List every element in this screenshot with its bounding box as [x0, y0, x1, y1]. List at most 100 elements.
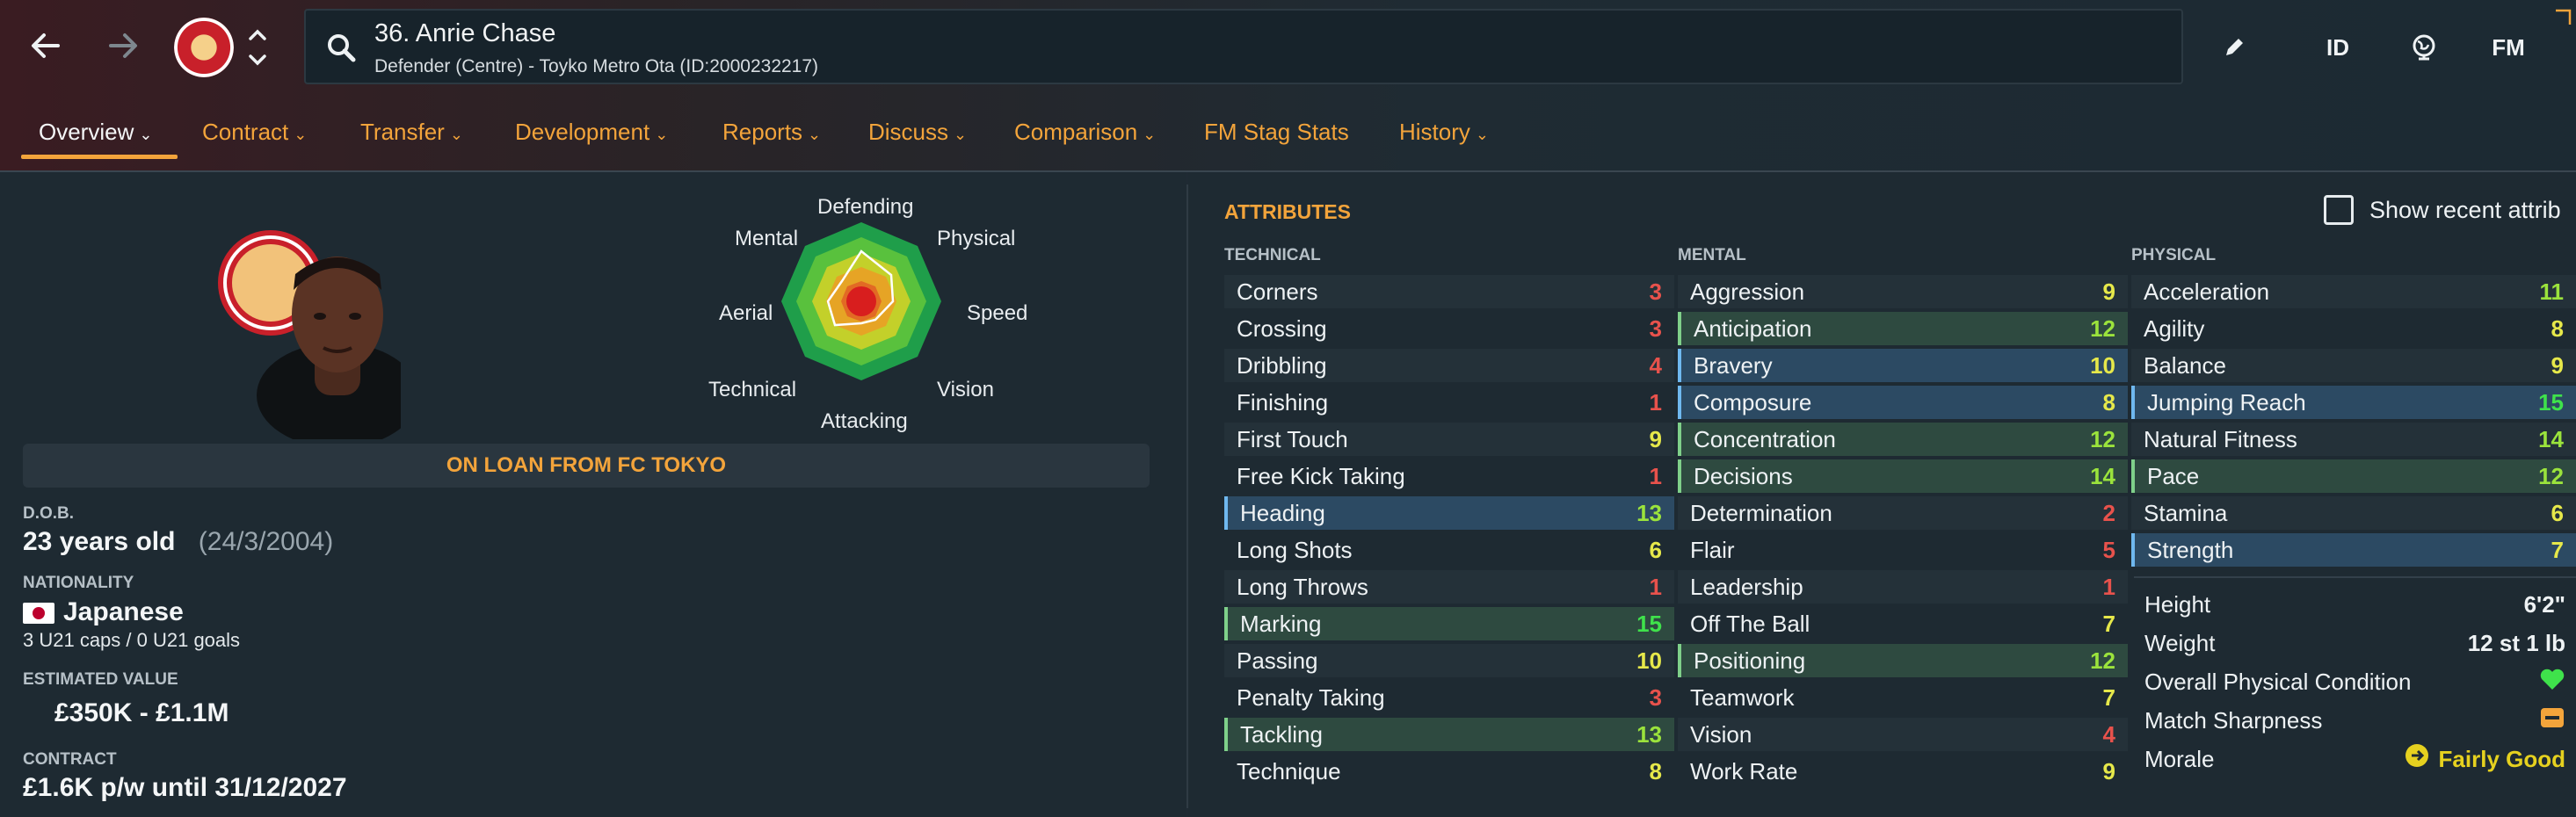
- technical-attribute-row[interactable]: Heading 13: [1224, 496, 1674, 530]
- world-button[interactable]: [2398, 21, 2450, 74]
- mental-attribute-row[interactable]: Composure 8: [1678, 386, 2128, 419]
- mental-attribute-row[interactable]: Anticipation 12: [1678, 312, 2128, 345]
- nationality-text: Japanese: [63, 597, 184, 626]
- mental-attribute-row[interactable]: Bravery 10: [1678, 349, 2128, 382]
- mental-attribute-row[interactable]: Leadership 1: [1678, 570, 2128, 604]
- mental-attribute-row[interactable]: Positioning 12: [1678, 644, 2128, 677]
- technical-attribute-row[interactable]: Finishing 1: [1224, 386, 1674, 419]
- attribute-name: Leadership: [1690, 574, 1803, 600]
- physical-attribute-row[interactable]: Agility 8: [2131, 312, 2576, 345]
- player-search-bar[interactable]: 36. Anrie Chase Defender (Centre) - Toyk…: [304, 9, 2183, 84]
- mental-attribute-row[interactable]: Decisions 14: [1678, 459, 2128, 493]
- tab-fm-stag-stats[interactable]: FM Stag Stats: [1204, 105, 1349, 158]
- physical-info-row: Morale Fairly Good: [2134, 740, 2576, 778]
- sharpness-bar-icon[interactable]: [2539, 703, 2565, 741]
- attribute-value: 4: [2102, 721, 2115, 748]
- club-switch-arrows[interactable]: [244, 23, 271, 72]
- technical-attribute-row[interactable]: First Touch 9: [1224, 423, 1674, 456]
- attribute-name: Agility: [2144, 315, 2205, 342]
- tab-overview[interactable]: Overview ⌄: [39, 105, 152, 158]
- tab-contract[interactable]: Contract ⌄: [202, 105, 307, 158]
- attribute-value: 9: [1649, 426, 1662, 452]
- dob-label: D.O.B.: [23, 504, 75, 523]
- physical-attribute-row[interactable]: Strength 7: [2131, 533, 2576, 567]
- technical-attribute-row[interactable]: Tackling 13: [1224, 718, 1674, 751]
- age-text: 23 years old: [23, 527, 176, 556]
- international-caps: 3 U21 caps / 0 U21 goals: [23, 629, 241, 651]
- radar-label-defending: Defending: [817, 195, 914, 219]
- mental-attribute-row[interactable]: Flair 5: [1678, 533, 2128, 567]
- morale-arrow-icon[interactable]: [2404, 741, 2430, 780]
- tab-comparison[interactable]: Comparison ⌄: [1014, 105, 1156, 158]
- attribute-value: 12: [2538, 463, 2564, 489]
- attribute-name: Work Rate: [1690, 758, 1798, 784]
- tab-reports[interactable]: Reports ⌄: [722, 105, 821, 158]
- contract-label: CONTRACT: [23, 750, 117, 769]
- id-label: ID: [2326, 33, 2349, 61]
- attribute-value: 1: [1649, 389, 1662, 416]
- mental-attribute-row[interactable]: Vision 4: [1678, 718, 2128, 751]
- mental-attribute-row[interactable]: Off The Ball 7: [1678, 607, 2128, 640]
- physical-attribute-row[interactable]: Stamina 6: [2131, 496, 2576, 530]
- physical-info-row: Match Sharpness: [2134, 701, 2576, 740]
- tab-development[interactable]: Development ⌄: [515, 105, 668, 158]
- attribute-name: Penalty Taking: [1237, 684, 1385, 711]
- heart-icon[interactable]: [2539, 664, 2565, 703]
- physical-header: PHYSICAL: [2131, 246, 2217, 264]
- tab-history[interactable]: History ⌄: [1399, 105, 1489, 158]
- attribute-name: Corners: [1237, 278, 1318, 305]
- mental-attribute-row[interactable]: Aggression 9: [1678, 275, 2128, 308]
- physical-attribute-row[interactable]: Jumping Reach 15: [2131, 386, 2576, 419]
- id-button[interactable]: ID: [2311, 21, 2364, 74]
- physical-attribute-row[interactable]: Pace 12: [2131, 459, 2576, 493]
- attribute-value: 13: [1636, 721, 1662, 748]
- physical-info-row: Overall Physical Condition: [2134, 662, 2576, 701]
- technical-attribute-row[interactable]: Penalty Taking 3: [1224, 681, 1674, 714]
- mental-attribute-row[interactable]: Determination 2: [1678, 496, 2128, 530]
- technical-attribute-row[interactable]: Corners 3: [1224, 275, 1674, 308]
- physical-attribute-row[interactable]: Balance 9: [2131, 349, 2576, 382]
- tab-discuss[interactable]: Discuss ⌄: [868, 105, 967, 158]
- technical-attribute-row[interactable]: Marking 15: [1224, 607, 1674, 640]
- physical-attribute-row[interactable]: Acceleration 11: [2131, 275, 2576, 308]
- nationality-value[interactable]: Japanese: [23, 597, 184, 627]
- fm-label: FM: [2492, 33, 2525, 61]
- technical-attribute-row[interactable]: Long Shots 6: [1224, 533, 1674, 567]
- chevron-down-icon: ⌄: [655, 126, 669, 143]
- attribute-value: 4: [1649, 352, 1662, 379]
- technical-attribute-row[interactable]: Dribbling 4: [1224, 349, 1674, 382]
- tab-transfer[interactable]: Transfer ⌄: [360, 105, 463, 158]
- technical-attribute-row[interactable]: Long Throws 1: [1224, 570, 1674, 604]
- back-button[interactable]: [19, 19, 72, 72]
- mental-attribute-row[interactable]: Work Rate 9: [1678, 755, 2128, 788]
- forward-button[interactable]: [97, 19, 149, 72]
- attribute-radar: Defending Physical Speed Vision Attackin…: [694, 183, 1028, 446]
- chevron-down-icon: ⌄: [449, 126, 463, 143]
- fm-button[interactable]: FM: [2482, 21, 2535, 74]
- physical-attribute-row[interactable]: Natural Fitness 14: [2131, 423, 2576, 456]
- technical-attribute-row[interactable]: Crossing 3: [1224, 312, 1674, 345]
- technical-attribute-row[interactable]: Passing 10: [1224, 644, 1674, 677]
- attribute-name: Off The Ball: [1690, 611, 1810, 637]
- attribute-value: 7: [2102, 684, 2115, 711]
- edit-button[interactable]: [2210, 21, 2259, 74]
- chevron-down-icon: ⌄: [808, 126, 822, 143]
- physical-info-name: Morale: [2144, 746, 2215, 772]
- arrow-left-icon: [32, 33, 60, 58]
- technical-attribute-row[interactable]: Free Kick Taking 1: [1224, 459, 1674, 493]
- mental-attribute-row[interactable]: Teamwork 7: [1678, 681, 2128, 714]
- attribute-value: 8: [2102, 389, 2115, 416]
- mental-attribute-row[interactable]: Concentration 12: [1678, 423, 2128, 456]
- attribute-name: Dribbling: [1237, 352, 1327, 379]
- player-subtitle: Defender (Centre) - Toyko Metro Ota (ID:…: [374, 56, 819, 76]
- technical-attribute-row[interactable]: Technique 8: [1224, 755, 1674, 788]
- attribute-name: Teamwork: [1690, 684, 1795, 711]
- show-recent-checkbox[interactable]: [2324, 195, 2354, 225]
- club-badge-button[interactable]: [174, 18, 234, 77]
- attribute-name: Determination: [1690, 500, 1832, 526]
- radar-label-aerial: Aerial: [719, 301, 773, 325]
- attribute-name: Free Kick Taking: [1237, 463, 1405, 489]
- loan-status-banner[interactable]: ON LOAN FROM FC TOKYO: [23, 444, 1150, 488]
- attribute-name: Concentration: [1694, 426, 1836, 452]
- attribute-name: Flair: [1690, 537, 1735, 563]
